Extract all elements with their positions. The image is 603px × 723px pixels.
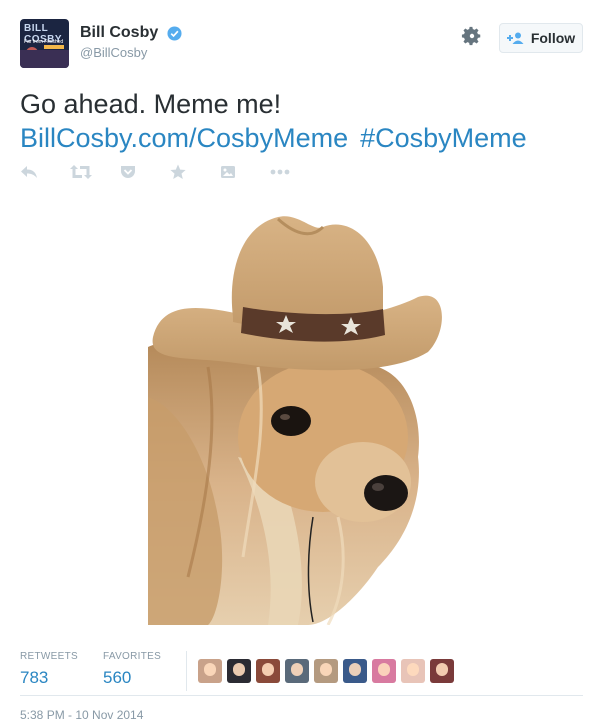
gear-icon[interactable]: [461, 25, 483, 47]
pocket-icon: [121, 166, 135, 178]
favoriter-avatar[interactable]: [372, 659, 396, 683]
tweet-stats: RETWEETS 783 FAVORITES 560: [20, 651, 583, 695]
more-icon: [270, 169, 290, 175]
tweet-header: BILL COSBY Far from Finished Bill Cosby …: [20, 19, 583, 71]
footer-divider: [20, 695, 583, 696]
retweets-label: RETWEETS: [20, 651, 78, 662]
follow-button[interactable]: Follow: [499, 23, 583, 53]
favoriters-avatars: [198, 659, 459, 683]
favoriter-face: [378, 663, 390, 676]
favoriter-face: [291, 663, 303, 676]
favorites-stat[interactable]: FAVORITES 560: [103, 651, 161, 688]
media-icon: [221, 166, 235, 178]
avatar-band: [20, 50, 69, 68]
user-info: Bill Cosby @BillCosby: [80, 24, 182, 60]
pocket-button[interactable]: [120, 160, 170, 184]
favorite-star-icon: [170, 164, 186, 179]
retweets-stat[interactable]: RETWEETS 783: [20, 651, 78, 688]
add-user-icon: [506, 32, 524, 44]
follow-label: Follow: [530, 30, 576, 46]
favoriter-face: [436, 663, 448, 676]
retweet-icon: [70, 165, 92, 179]
favoriter-face: [349, 663, 361, 676]
favoriter-avatar[interactable]: [401, 659, 425, 683]
tweet-hashtag[interactable]: #CosbyMeme: [360, 123, 527, 153]
more-button[interactable]: [270, 160, 320, 184]
stats-divider: [186, 651, 187, 691]
favoriter-avatar[interactable]: [256, 659, 280, 683]
verified-badge-icon: [167, 25, 182, 41]
favoriter-face: [233, 663, 245, 676]
favorites-count: 560: [103, 668, 132, 687]
tweet-actions: [20, 160, 320, 184]
media-button[interactable]: [220, 160, 270, 184]
reply-icon: [21, 166, 37, 178]
tweet-photo[interactable]: [148, 197, 453, 625]
favoriter-avatar[interactable]: [285, 659, 309, 683]
reply-button[interactable]: [20, 160, 70, 184]
favoriter-avatar[interactable]: [430, 659, 454, 683]
favoriter-face: [407, 663, 419, 676]
favoriter-face: [320, 663, 332, 676]
retweets-count: 783: [20, 668, 49, 687]
tweet-timestamp[interactable]: 5:38 PM - 10 Nov 2014: [20, 708, 143, 722]
retweet-button[interactable]: [70, 160, 120, 184]
favoriter-avatar[interactable]: [343, 659, 367, 683]
avatar-stripe: [44, 45, 64, 49]
dog-in-cowboy-hat-image: [148, 197, 453, 625]
favoriter-avatar[interactable]: [227, 659, 251, 683]
favorite-button[interactable]: [170, 160, 220, 184]
user-handle[interactable]: @BillCosby: [80, 45, 182, 60]
tweet-link[interactable]: BillCosby.com/CosbyMeme: [20, 123, 348, 153]
tweet-message: Go ahead. Meme me!: [20, 89, 282, 119]
favoriter-face: [204, 663, 216, 676]
display-name[interactable]: Bill Cosby: [80, 24, 158, 42]
favoriter-avatar[interactable]: [198, 659, 222, 683]
favoriter-avatar[interactable]: [314, 659, 338, 683]
favorites-label: FAVORITES: [103, 651, 162, 662]
favoriter-face: [262, 663, 274, 676]
tweet-text: Go ahead. Meme me! BillCosby.com/CosbyMe…: [20, 87, 527, 155]
avatar[interactable]: BILL COSBY Far from Finished: [20, 19, 69, 68]
